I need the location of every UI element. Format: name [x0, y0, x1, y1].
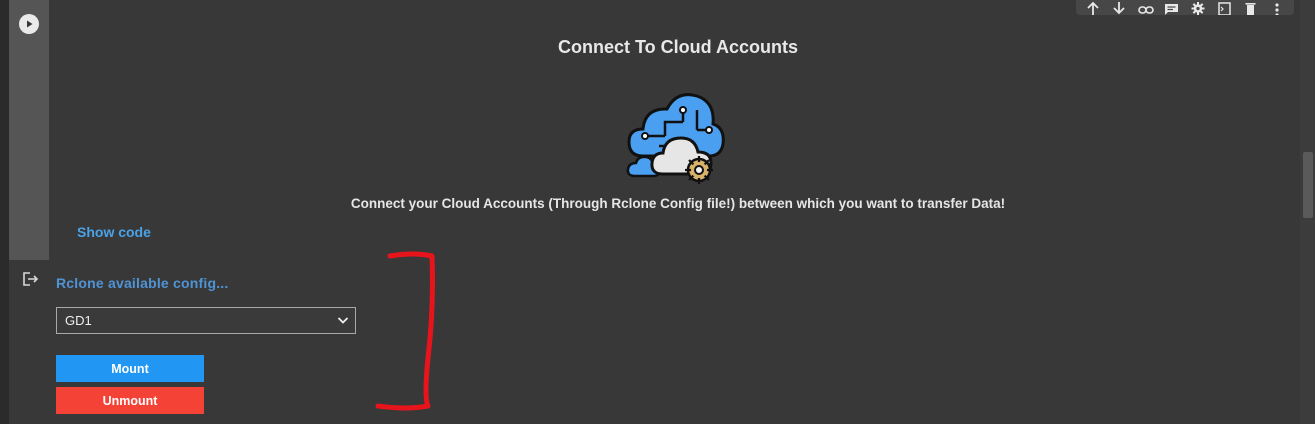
scrollbar-thumb[interactable]: [1303, 152, 1313, 218]
chevron-down-icon: [337, 314, 349, 329]
cell-toolbar: [1076, 0, 1294, 15]
gear-icon[interactable]: [1189, 0, 1207, 15]
cell-subtitle: Connect your Cloud Accounts (Through Rcl…: [350, 196, 1006, 211]
comment-icon[interactable]: [1163, 0, 1181, 15]
play-icon: [19, 14, 39, 34]
vertical-scrollbar[interactable]: [1300, 0, 1315, 424]
open-editor-icon[interactable]: [1215, 0, 1233, 15]
delete-icon[interactable]: [1242, 0, 1260, 15]
run-cell-button[interactable]: [9, 4, 49, 44]
select-value: GD1: [65, 313, 92, 328]
more-icon[interactable]: [1268, 0, 1286, 15]
output-action-icon[interactable]: [21, 270, 39, 288]
left-strip: [0, 0, 9, 424]
move-down-icon[interactable]: [1110, 0, 1128, 15]
unmount-button[interactable]: Unmount: [56, 387, 204, 414]
move-up-icon[interactable]: [1084, 0, 1102, 15]
show-code-link[interactable]: Show code: [77, 224, 151, 240]
rclone-config-label: Rclone available config...: [56, 275, 229, 291]
cell-title: Connect To Cloud Accounts: [558, 37, 798, 57]
rclone-config-select[interactable]: GD1: [56, 307, 356, 334]
cloud-network-icon: [625, 86, 729, 186]
link-icon[interactable]: [1137, 0, 1155, 15]
mount-button[interactable]: Mount: [56, 355, 204, 382]
red-bracket-annotation: [370, 248, 440, 416]
